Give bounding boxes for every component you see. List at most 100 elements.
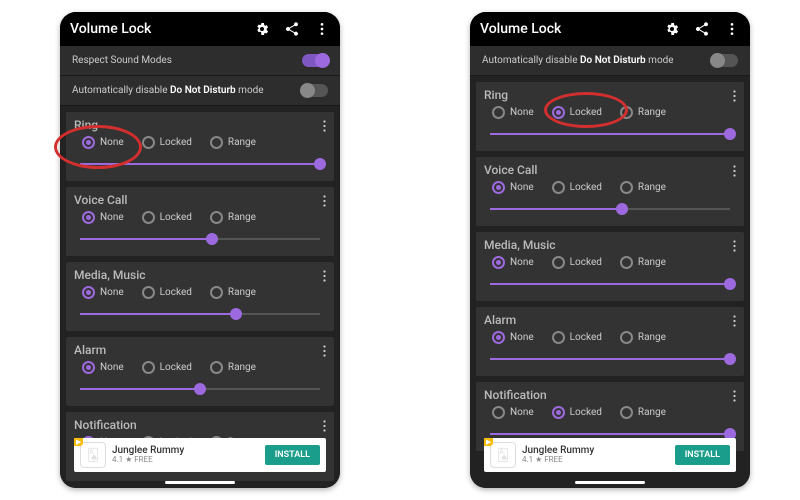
stream-title: Alarm [74,343,326,357]
radio-range[interactable]: Range [620,256,666,269]
radio-group: None Locked Range [484,406,736,419]
overflow-icon[interactable] [314,21,330,37]
radio-none[interactable]: None [82,361,124,374]
radio-locked[interactable]: Locked [142,136,192,149]
volume-slider[interactable] [490,277,730,291]
toggle-switch[interactable] [302,54,328,67]
radio-label: Range [228,212,256,223]
volume-slider[interactable] [490,202,730,216]
stream-overflow-icon[interactable] [323,345,326,360]
radio-group: None Locked Range [74,136,326,149]
radio-none[interactable]: None [492,406,534,419]
radio-locked[interactable]: Locked [552,181,602,194]
radio-circle [552,331,565,344]
radio-label: Locked [160,212,192,223]
stream-overflow-icon[interactable] [733,390,736,405]
app-bar: Volume Lock [470,12,750,46]
radio-none[interactable]: None [492,106,534,119]
radio-label: Range [638,182,666,193]
content: Respect Sound ModesAutomatically disable… [60,46,340,488]
radio-circle [620,406,633,419]
stream-title: Voice Call [74,193,326,207]
radio-locked[interactable]: Locked [552,406,602,419]
radio-label: Locked [160,362,192,373]
radio-range[interactable]: Range [620,406,666,419]
radio-label: Range [638,407,666,418]
settings-icon[interactable] [254,21,270,37]
radio-range[interactable]: Range [620,331,666,344]
ad-rating: 4.1 ★ FREE [522,456,669,465]
overflow-icon[interactable] [724,21,740,37]
radio-locked[interactable]: Locked [552,106,602,119]
radio-locked[interactable]: Locked [552,331,602,344]
home-indicator[interactable] [165,481,235,484]
radio-locked[interactable]: Locked [552,256,602,269]
stream-card: Ring None Locked Range [66,112,334,181]
radio-none[interactable]: None [82,286,124,299]
radio-label: None [510,107,534,118]
radio-none[interactable]: None [492,181,534,194]
volume-slider[interactable] [490,127,730,141]
stream-card: Alarm None Locked Range [66,337,334,406]
setting-label: Automatically disable Do Not Disturb mod… [72,85,264,96]
volume-slider[interactable] [80,232,320,246]
share-icon[interactable] [694,21,710,37]
stream-overflow-icon[interactable] [323,195,326,210]
radio-none[interactable]: None [82,136,124,149]
radio-group: None Locked Range [74,211,326,224]
ad-install-button[interactable]: INSTALL [265,445,320,465]
radio-label: None [100,212,124,223]
radio-none[interactable]: None [492,331,534,344]
volume-slider[interactable] [80,307,320,321]
radio-label: Range [228,362,256,373]
radio-circle [82,286,95,299]
radio-none[interactable]: None [492,256,534,269]
settings-icon[interactable] [664,21,680,37]
setting-row: Automatically disable Do Not Disturb mod… [60,76,340,106]
radio-label: None [100,287,124,298]
radio-locked[interactable]: Locked [142,361,192,374]
app-title: Volume Lock [480,21,650,37]
radio-range[interactable]: Range [620,181,666,194]
stream-overflow-icon[interactable] [733,240,736,255]
radio-locked[interactable]: Locked [142,211,192,224]
radio-range[interactable]: Range [210,361,256,374]
radio-range[interactable]: Range [210,136,256,149]
stream-overflow-icon[interactable] [733,315,736,330]
radio-range[interactable]: Range [210,211,256,224]
radio-none[interactable]: None [82,211,124,224]
radio-circle [492,406,505,419]
stream-overflow-icon[interactable] [323,120,326,135]
volume-slider[interactable] [80,157,320,171]
ad-banner[interactable]: ▶🂡Junglee Rummy4.1 ★ FREEINSTALL [484,438,736,472]
stream-overflow-icon[interactable] [323,270,326,285]
stream-card: Media, MusicNoneLockedRange [66,262,334,331]
home-indicator[interactable] [575,481,645,484]
stream-title: Ring [74,118,326,132]
stream-overflow-icon[interactable] [733,165,736,180]
radio-range[interactable]: Range [210,286,256,299]
radio-group: None Locked Range [484,331,736,344]
phone-right: Volume Lock Automatically disable Do Not… [470,12,750,488]
volume-slider[interactable] [490,352,730,366]
radio-range[interactable]: Range [620,106,666,119]
radio-locked[interactable]: Locked [142,286,192,299]
ad-install-button[interactable]: INSTALL [675,445,730,465]
stream-overflow-icon[interactable] [733,90,736,105]
radio-circle [620,106,633,119]
radio-label: None [100,137,124,148]
radio-group: None Locked Range [484,106,736,119]
stream-overflow-icon[interactable] [323,420,326,435]
ad-badge: ▶ [74,438,83,446]
content: Automatically disable Do Not Disturb mod… [470,46,750,488]
radio-label: Locked [570,407,602,418]
ad-banner[interactable]: ▶🂡Junglee Rummy4.1 ★ FREEINSTALL [74,438,326,472]
volume-slider[interactable] [80,382,320,396]
radio-label: Locked [570,107,602,118]
radio-circle [142,361,155,374]
radio-label: None [510,257,534,268]
toggle-switch[interactable] [302,84,328,97]
radio-circle [210,136,223,149]
share-icon[interactable] [284,21,300,37]
toggle-switch[interactable] [712,54,738,67]
